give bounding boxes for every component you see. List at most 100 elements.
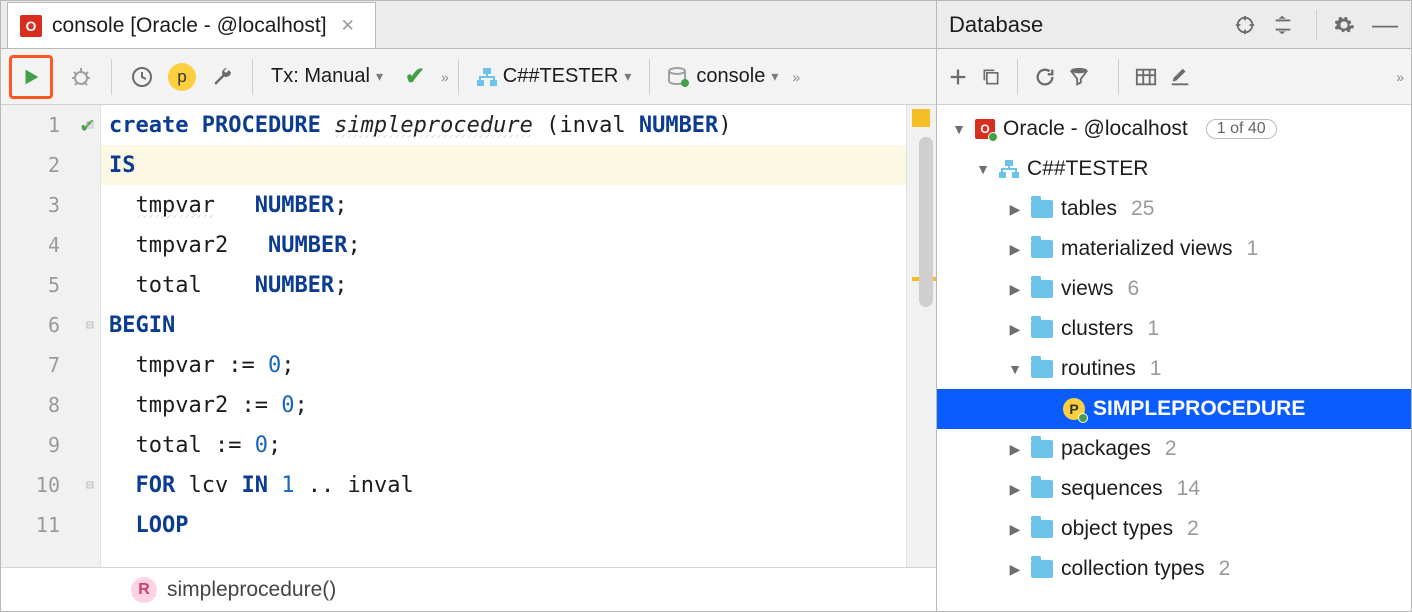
- close-icon[interactable]: ✕: [337, 16, 359, 36]
- table-view-button[interactable]: [1135, 67, 1157, 87]
- tree-folder-row[interactable]: ▶packages2: [937, 429, 1411, 469]
- gutter-row[interactable]: 4: [1, 225, 100, 265]
- chevron-right-icon[interactable]: ▶: [1007, 521, 1023, 538]
- folder-icon: [1031, 440, 1053, 458]
- fold-icon[interactable]: ⊟: [86, 318, 100, 332]
- refresh-button[interactable]: [1034, 66, 1056, 88]
- code-line[interactable]: create PROCEDURE simpleprocedure (inval …: [101, 105, 936, 145]
- edit-button[interactable]: [1169, 66, 1191, 88]
- gutter-row[interactable]: 7: [1, 345, 100, 385]
- chevron-right-icon[interactable]: ▶: [1007, 481, 1023, 498]
- chevron-right-icon[interactable]: ▶: [1007, 201, 1023, 218]
- code-token: .. inval: [294, 473, 413, 498]
- tree-schema-row[interactable]: ▼ C##TESTER: [937, 149, 1411, 189]
- scrollbar-thumb[interactable]: [919, 137, 933, 307]
- code-line[interactable]: IS: [101, 145, 936, 185]
- schema-label: C##TESTER: [503, 65, 619, 88]
- tree-folder-row[interactable]: ▶sequences14: [937, 469, 1411, 509]
- chevron-right-icon[interactable]: ▶: [1007, 241, 1023, 258]
- chevron-right-icon[interactable]: ▶: [1007, 561, 1023, 578]
- code-editor[interactable]: 1✔⊟23456⊟78910⊟11 create PROCEDURE simpl…: [1, 105, 936, 567]
- procedure-badge-icon[interactable]: p: [168, 63, 196, 91]
- line-number: 3: [32, 193, 60, 217]
- tree-folder-count: 1: [1150, 357, 1162, 381]
- code-line[interactable]: tmpvar := 0;: [101, 345, 936, 385]
- tree-folder-row[interactable]: ▶views6: [937, 269, 1411, 309]
- target-icon[interactable]: [1234, 14, 1262, 36]
- chevron-down-icon[interactable]: ▼: [975, 161, 991, 177]
- tree-folder-row[interactable]: ▶collection types2: [937, 549, 1411, 589]
- code-line[interactable]: total := 0;: [101, 425, 936, 465]
- tree-folder-count: 2: [1187, 517, 1199, 541]
- gutter-row[interactable]: 1✔⊟: [1, 105, 100, 145]
- minimize-icon[interactable]: —: [1371, 9, 1399, 40]
- chevron-down-icon[interactable]: ▼: [1007, 361, 1023, 377]
- code-line[interactable]: BEGIN: [101, 305, 936, 345]
- code-line[interactable]: tmpvar2 := 0;: [101, 385, 936, 425]
- code-line[interactable]: tmpvar2 NUMBER;: [101, 225, 936, 265]
- chevron-right-icon[interactable]: ▶: [1007, 441, 1023, 458]
- run-button[interactable]: [13, 59, 49, 95]
- add-datasource-button[interactable]: [947, 66, 969, 88]
- debug-button[interactable]: [63, 59, 99, 95]
- code-token: NUMBER: [268, 233, 347, 258]
- code-token: [268, 473, 281, 498]
- overflow-icon[interactable]: »: [792, 69, 797, 85]
- database-tree[interactable]: ▼ O Oracle - @localhost 1 of 40 ▼ C##TES…: [937, 105, 1411, 611]
- code-token: total :=: [109, 433, 255, 458]
- folder-icon: [1031, 520, 1053, 538]
- chevron-down-icon: ▾: [376, 68, 383, 85]
- commit-button[interactable]: ✔: [397, 59, 433, 95]
- split-icon[interactable]: [1272, 14, 1300, 36]
- line-number: 6: [32, 313, 60, 337]
- gutter-row[interactable]: 8: [1, 385, 100, 425]
- gutter-row[interactable]: 9: [1, 425, 100, 465]
- tree-routine-row[interactable]: P SIMPLEPROCEDURE: [937, 389, 1411, 429]
- chevron-down-icon[interactable]: ▼: [951, 121, 967, 137]
- code-line[interactable]: tmpvar NUMBER;: [101, 185, 936, 225]
- chevron-right-icon[interactable]: ▶: [1007, 321, 1023, 338]
- tree-folder-row[interactable]: ▶tables25: [937, 189, 1411, 229]
- gutter-row[interactable]: 5: [1, 265, 100, 305]
- breadcrumb-label[interactable]: simpleprocedure(): [167, 578, 336, 602]
- gutter-row[interactable]: 10 ⊟: [1, 465, 100, 505]
- overflow-icon[interactable]: »: [441, 69, 446, 85]
- filter-button[interactable]: [1068, 66, 1090, 88]
- tree-folder-row[interactable]: ▶clusters1: [937, 309, 1411, 349]
- gutter-row[interactable]: 11: [1, 505, 100, 545]
- gutter-row[interactable]: 2: [1, 145, 100, 185]
- fold-icon[interactable]: ⊟: [86, 478, 100, 492]
- editor-tab-console[interactable]: O console [Oracle - @localhost] ✕: [7, 2, 376, 48]
- editor-code-area[interactable]: create PROCEDURE simpleprocedure (inval …: [101, 105, 936, 567]
- console-session-dropdown[interactable]: console ▾: [662, 65, 784, 88]
- history-button[interactable]: [124, 59, 160, 95]
- code-token: 1: [281, 473, 294, 498]
- code-line[interactable]: total NUMBER;: [101, 265, 936, 305]
- line-number: 7: [32, 353, 60, 377]
- gear-icon[interactable]: [1333, 14, 1361, 36]
- tree-folder-routines[interactable]: ▼ routines 1: [937, 349, 1411, 389]
- tree-datasource-label: Oracle - @localhost: [1003, 117, 1188, 141]
- gutter-row[interactable]: 6⊟: [1, 305, 100, 345]
- gutter-row[interactable]: 3: [1, 185, 100, 225]
- code-line[interactable]: FOR lcv IN 1 .. inval: [101, 465, 936, 505]
- code-token: tmpvar: [136, 193, 215, 218]
- line-number: 10: [32, 473, 60, 497]
- settings-wrench-button[interactable]: [204, 59, 240, 95]
- code-token: NUMBER: [255, 273, 334, 298]
- procedure-icon: P: [1063, 398, 1085, 420]
- chevron-right-icon[interactable]: ▶: [1007, 281, 1023, 298]
- warning-indicator-icon[interactable]: [912, 109, 930, 127]
- tree-folder-row[interactable]: ▶materialized views1: [937, 229, 1411, 269]
- oracle-icon: O: [20, 15, 42, 37]
- tree-datasource-row[interactable]: ▼ O Oracle - @localhost 1 of 40: [937, 109, 1411, 149]
- duplicate-button[interactable]: [981, 67, 1001, 87]
- overflow-icon[interactable]: »: [1396, 69, 1401, 85]
- tree-folder-row[interactable]: ▶object types2: [937, 509, 1411, 549]
- transaction-mode-dropdown[interactable]: Tx: Manual ▾: [265, 65, 389, 88]
- schema-dropdown[interactable]: C##TESTER ▾: [471, 65, 638, 88]
- tree-folder-label: collection types: [1061, 557, 1205, 581]
- fold-icon[interactable]: ⊟: [86, 118, 100, 132]
- code-line[interactable]: LOOP: [101, 505, 936, 545]
- code-token: tmpvar :=: [109, 353, 268, 378]
